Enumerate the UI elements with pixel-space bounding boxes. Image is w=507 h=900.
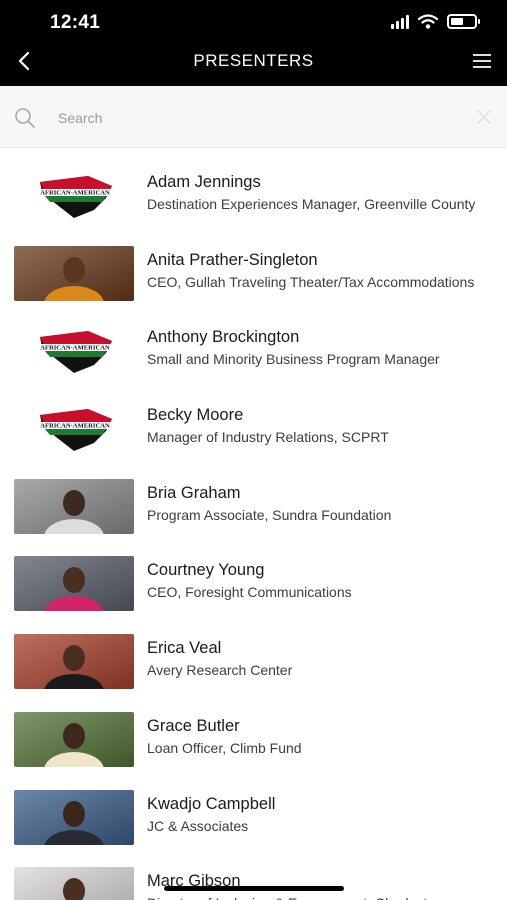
search-icon xyxy=(15,108,35,128)
avatar xyxy=(14,867,134,900)
presenter-title: Small and Minority Business Program Mana… xyxy=(147,351,440,368)
status-icons xyxy=(391,14,480,29)
clear-icon[interactable] xyxy=(475,108,493,126)
presenter-name: Erica Veal xyxy=(147,639,222,658)
home-indicator xyxy=(164,886,344,891)
presenter-title: Director of Inclusion & Engagement, Char… xyxy=(147,895,492,900)
avatar xyxy=(14,478,134,534)
logo-text: AFRICAN-AMERICAN xyxy=(40,423,110,430)
presenter-name: Courtney Young xyxy=(147,561,265,580)
presenter-photo xyxy=(14,711,134,767)
logo-text: AFRICAN-AMERICAN xyxy=(40,190,110,197)
presenter-row[interactable]: Grace Butler Loan Officer, Climb Fund xyxy=(0,692,507,770)
presenter-photo xyxy=(14,634,134,690)
presenter-photo xyxy=(14,789,134,845)
battery-icon xyxy=(447,14,480,29)
sc-map-logo-icon: AFRICAN-AMERICAN xyxy=(38,409,112,452)
presenter-row[interactable]: AFRICAN-AMERICAN Adam Jennings Destination… xyxy=(0,148,507,226)
presenter-title: Program Associate, Sundra Foundation xyxy=(147,506,392,523)
page-title: PRESENTERS xyxy=(193,51,314,70)
sc-map-logo-icon: AFRICAN-AMERICAN xyxy=(38,176,112,218)
header: 12:41 PRESENTERS xyxy=(0,0,507,86)
presenter-name: Grace Butler xyxy=(147,716,240,735)
presenter-photo xyxy=(14,556,134,612)
presenter-row[interactable]: AFRICAN-AMERICAN Anthony Brockington Small… xyxy=(0,303,507,381)
presenter-name: Anthony Brockington xyxy=(147,328,300,347)
avatar xyxy=(14,634,134,690)
organization-logo: AFRICAN-AMERICAN xyxy=(14,401,134,457)
presenter-name: Adam Jennings xyxy=(147,173,261,191)
search-bar xyxy=(0,86,507,148)
presenter-name: Becky Moore xyxy=(147,406,244,425)
presenter-row[interactable]: Anita Prather-Singleton CEO, Gullah Trave… xyxy=(0,226,507,304)
presenter-title: CEO, Gullah Traveling Theater/Tax Accomm… xyxy=(147,273,475,290)
search-input[interactable] xyxy=(58,104,458,132)
organization-logo: AFRICAN-AMERICAN xyxy=(14,168,134,223)
presenter-row[interactable]: Kwadjo Campbell JC & Associates xyxy=(0,770,507,848)
menu-icon[interactable] xyxy=(471,50,493,72)
presenter-title: Loan Officer, Climb Fund xyxy=(147,739,302,756)
avatar xyxy=(14,711,134,767)
presenter-title: CEO, Foresight Communications xyxy=(147,584,352,601)
presenter-name: Anita Prather-Singleton xyxy=(147,250,318,269)
presenter-row[interactable]: AFRICAN-AMERICAN Becky Moore Manager of In… xyxy=(0,381,507,459)
presenter-row[interactable]: Bria Graham Program Associate, Sundra Fou… xyxy=(0,459,507,537)
presenter-row[interactable]: Marc GibsonDirector of Inclusion & Engag… xyxy=(0,847,507,900)
presenter-photo xyxy=(14,478,134,534)
presenter-list: AFRICAN-AMERICAN Adam Jennings Destination… xyxy=(0,148,507,900)
cellular-signal-icon xyxy=(391,14,409,29)
avatar xyxy=(14,789,134,845)
sc-map-logo-icon: AFRICAN-AMERICAN xyxy=(38,331,112,374)
presenter-name: Bria Graham xyxy=(147,483,241,502)
logo-text: AFRICAN-AMERICAN xyxy=(40,345,110,352)
wifi-icon xyxy=(418,14,438,29)
presenter-photo xyxy=(14,245,134,301)
presenter-photo xyxy=(14,867,134,900)
presenter-title: Destination Experiences Manager, Greenvi… xyxy=(147,196,476,212)
avatar xyxy=(14,245,134,301)
presenter-row[interactable]: Courtney Young CEO, Foresight Communicati… xyxy=(0,536,507,614)
organization-logo: AFRICAN-AMERICAN xyxy=(14,323,134,379)
presenter-title: Avery Research Center xyxy=(147,662,293,679)
presenter-title: JC & Associates xyxy=(147,817,249,834)
presenter-title: Manager of Industry Relations, SCPRT xyxy=(147,429,389,446)
avatar xyxy=(14,556,134,612)
presenter-row[interactable]: Erica Veal Avery Research Center xyxy=(0,614,507,692)
presenter-name: Kwadjo Campbell xyxy=(147,794,276,813)
status-time: 12:41 xyxy=(50,12,101,33)
